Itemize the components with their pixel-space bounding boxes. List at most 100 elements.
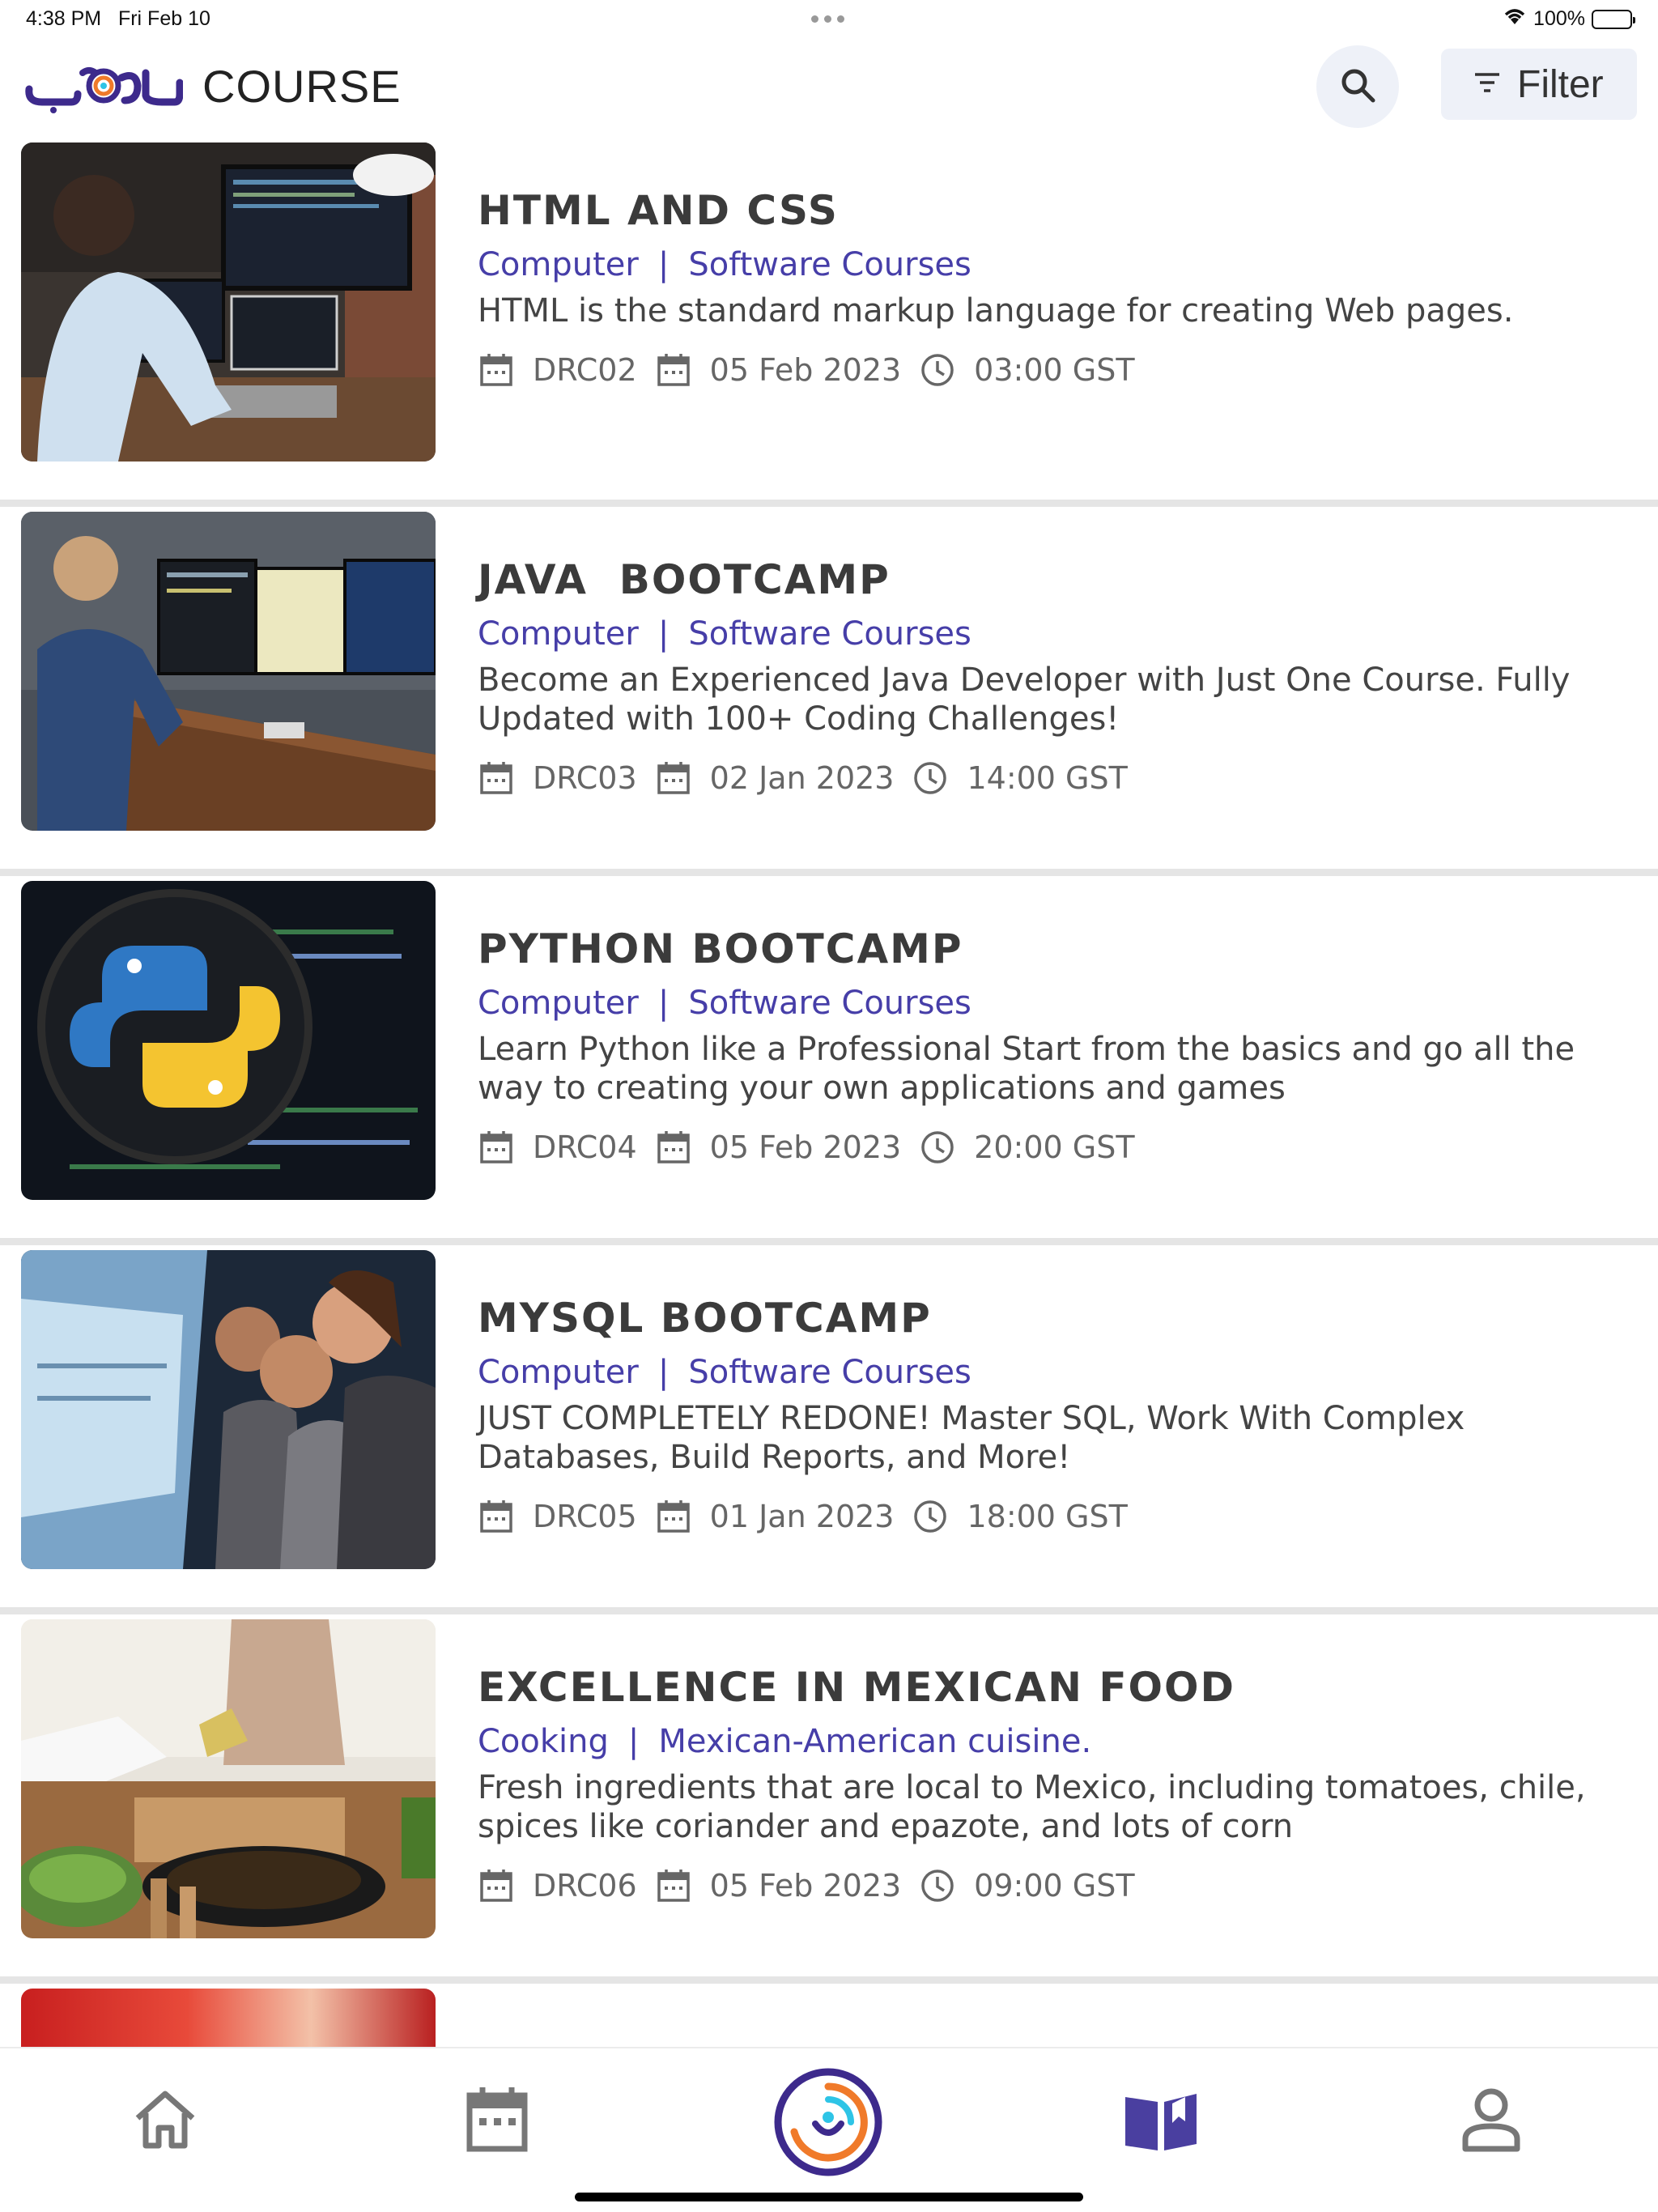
course-card-partial[interactable]	[21, 1989, 436, 2048]
course-category[interactable]: Cooking	[478, 1723, 609, 1760]
clock-icon	[919, 1129, 956, 1166]
battery-percent: 100%	[1533, 7, 1585, 30]
course-description: JUST COMPLETELY REDONE! Master SQL, Work…	[478, 1400, 1465, 1476]
course-description: Fresh ingredients that are local to Mexi…	[478, 1769, 1586, 1845]
course-subcategory[interactable]: Software Courses	[688, 246, 971, 283]
tab-calendar[interactable]	[457, 2081, 538, 2162]
course-image	[21, 1619, 436, 1938]
course-description: Learn Python like a Professional Start f…	[478, 1031, 1575, 1107]
home-icon	[131, 2086, 199, 2157]
course-list[interactable]: HTML AND CSS Computer | Software Courses H…	[0, 138, 1658, 2048]
course-date: 01 Jan 2023	[709, 1499, 895, 1534]
multitasking-dots-icon[interactable]	[811, 8, 847, 29]
course-code: DRC03	[533, 760, 637, 796]
course-info: JAVA BOOTCAMP Computer | Software Courses …	[478, 555, 1627, 800]
wifi-icon	[1503, 6, 1527, 32]
course-meta: DRC06 05 Feb 2023 09:00 GST	[478, 1864, 1627, 1908]
calendar-icon	[478, 351, 515, 389]
filter-button[interactable]: Filter	[1441, 49, 1637, 120]
bottom-tab-bar	[0, 2047, 1658, 2212]
course-subcategory[interactable]: Mexican-American cuisine.	[658, 1723, 1091, 1760]
course-info: HTML AND CSS Computer | Software Courses H…	[478, 186, 1627, 392]
course-title: HTML AND CSS	[478, 187, 839, 234]
calendar-icon	[478, 1867, 515, 1904]
course-time: 20:00 GST	[974, 1129, 1135, 1165]
course-category[interactable]: Computer	[478, 246, 639, 283]
course-title: PYTHON BOOTCAMP	[478, 925, 963, 972]
course-time: 14:00 GST	[967, 760, 1128, 796]
course-card[interactable]: HTML AND CSS Computer | Software Courses H…	[0, 138, 1658, 507]
course-code: DRC05	[533, 1499, 637, 1534]
calendar-icon	[655, 351, 692, 389]
course-category[interactable]: Computer	[478, 985, 639, 1022]
course-categories: Computer | Software Courses	[478, 1354, 971, 1391]
course-card[interactable]: EXCELLENCE IN MEXICAN FOOD Cooking | Mexic…	[0, 1614, 1658, 1984]
tab-profile[interactable]	[1451, 2081, 1532, 2162]
status-bar: 4:38 PM Fri Feb 10 100%	[0, 0, 1658, 39]
clock-icon	[912, 1498, 949, 1535]
course-image	[21, 1250, 436, 1569]
person-icon	[1459, 2086, 1524, 2157]
course-info: MYSQL BOOTCAMP Computer | Software Courses…	[478, 1294, 1627, 1538]
course-description: Become an Experienced Java Developer wit…	[478, 661, 1571, 738]
filter-label: Filter	[1517, 62, 1604, 106]
course-image	[21, 143, 436, 462]
calendar-icon	[655, 1498, 692, 1535]
search-button[interactable]	[1316, 45, 1399, 128]
course-time: 03:00 GST	[974, 352, 1135, 388]
course-time: 09:00 GST	[974, 1868, 1135, 1904]
course-image	[21, 512, 436, 831]
course-categories: Cooking | Mexican-American cuisine.	[478, 1723, 1092, 1760]
course-title: MYSQL BOOTCAMP	[478, 1295, 932, 1342]
course-subcategory[interactable]: Software Courses	[688, 1354, 971, 1391]
course-info: PYTHON BOOTCAMP Computer | Software Course…	[478, 925, 1627, 1169]
status-right: 100%	[1503, 6, 1635, 32]
calendar-icon	[655, 1867, 692, 1904]
course-meta: DRC03 02 Jan 2023 14:00 GST	[478, 756, 1627, 800]
course-categories: Computer | Software Courses	[478, 246, 971, 283]
course-code: DRC06	[533, 1868, 637, 1904]
status-time: 4:38 PM Fri Feb 10	[26, 7, 210, 30]
search-icon	[1339, 66, 1376, 107]
course-category[interactable]: Computer	[478, 1354, 639, 1391]
course-image	[21, 881, 436, 1200]
course-subcategory[interactable]: Software Courses	[688, 985, 971, 1022]
droob-logo-icon	[773, 2067, 883, 2180]
course-category[interactable]: Computer	[478, 615, 639, 653]
course-card[interactable]: PYTHON BOOTCAMP Computer | Software Course…	[0, 876, 1658, 1245]
clock-icon	[919, 1867, 956, 1904]
course-code: DRC02	[533, 352, 637, 388]
course-date: 05 Feb 2023	[709, 1129, 902, 1165]
course-date: 05 Feb 2023	[709, 1868, 902, 1904]
page-title: COURSE	[202, 61, 402, 112]
course-categories: Computer | Software Courses	[478, 615, 971, 653]
tab-home[interactable]	[125, 2081, 206, 2162]
course-code: DRC04	[533, 1129, 637, 1165]
calendar-icon	[478, 1498, 515, 1535]
home-indicator[interactable]	[575, 2193, 1083, 2201]
course-card[interactable]: MYSQL BOOTCAMP Computer | Software Courses…	[0, 1245, 1658, 1614]
brand-logo	[24, 57, 184, 113]
filter-icon	[1473, 70, 1501, 98]
course-info: EXCELLENCE IN MEXICAN FOOD Cooking | Mexic…	[478, 1663, 1627, 1908]
course-title: JAVA BOOTCAMP	[478, 556, 891, 603]
course-categories: Computer | Software Courses	[478, 985, 971, 1022]
clock-icon	[912, 759, 949, 797]
battery-icon	[1592, 9, 1635, 29]
calendar-icon	[655, 759, 692, 797]
tab-droob[interactable]	[767, 2063, 889, 2184]
course-card[interactable]: JAVA BOOTCAMP Computer | Software Courses …	[0, 507, 1658, 876]
tab-courses[interactable]	[1120, 2081, 1201, 2162]
calendar-icon	[465, 2086, 529, 2157]
clock-icon	[919, 351, 956, 389]
course-time: 18:00 GST	[967, 1499, 1128, 1534]
course-meta: DRC05 01 Jan 2023 18:00 GST	[478, 1495, 1627, 1538]
calendar-icon	[478, 759, 515, 797]
calendar-icon	[478, 1129, 515, 1166]
calendar-icon	[655, 1129, 692, 1166]
app-header: COURSE Filter	[0, 45, 1658, 128]
course-description: HTML is the standard markup language for…	[478, 292, 1514, 330]
course-meta: DRC04 05 Feb 2023 20:00 GST	[478, 1125, 1627, 1169]
course-title: EXCELLENCE IN MEXICAN FOOD	[478, 1664, 1235, 1711]
course-subcategory[interactable]: Software Courses	[688, 615, 971, 653]
